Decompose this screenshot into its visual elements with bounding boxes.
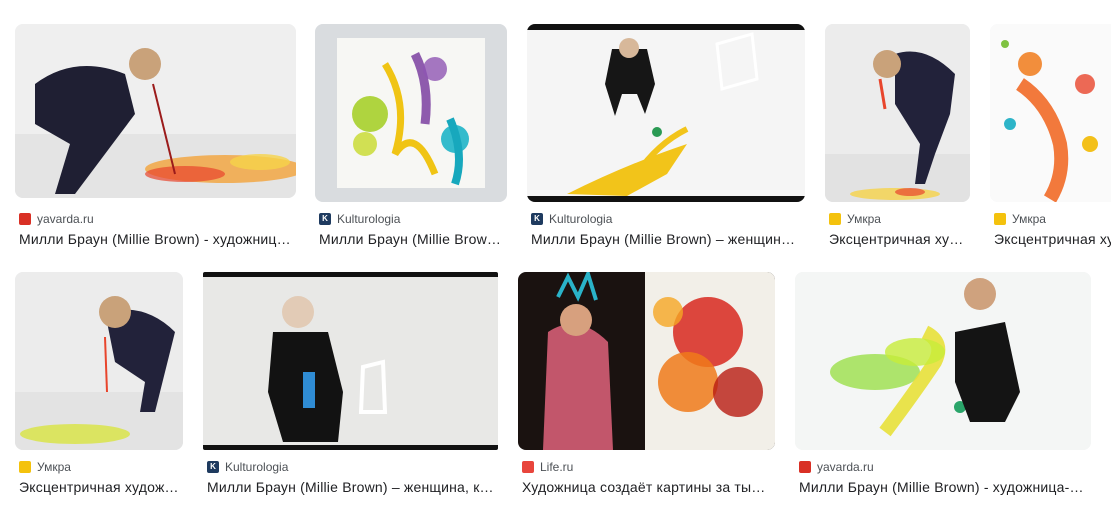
kulturologia-icon: K	[207, 461, 219, 473]
result-image-9[interactable]	[795, 272, 1091, 450]
result-image-4[interactable]	[825, 24, 970, 202]
result-title-1[interactable]: Милли Браун (Millie Brown) - художниц…	[19, 231, 295, 247]
result-source-2: Kulturologia	[337, 212, 401, 226]
umkra-icon	[829, 213, 841, 225]
result-image-3[interactable]	[527, 24, 805, 202]
result-title-5[interactable]: Эксцентричная ху	[994, 231, 1111, 247]
yavarda-icon	[19, 213, 31, 225]
result-title-8[interactable]: Художница создаёт картины за ты…	[522, 479, 772, 495]
umkra-icon	[19, 461, 31, 473]
kulturologia-icon: K	[319, 213, 331, 225]
life-ru-icon	[522, 461, 534, 473]
result-image-8[interactable]	[518, 272, 775, 450]
result-title-9[interactable]: Милли Браун (Millie Brown) - художница-…	[799, 479, 1089, 495]
result-source-8: Life.ru	[540, 460, 574, 474]
result-title-3[interactable]: Милли Браун (Millie Brown) – женщин…	[531, 231, 801, 247]
result-source-4: Умкра	[847, 212, 881, 226]
yavarda-icon	[799, 461, 811, 473]
result-image-6[interactable]	[15, 272, 183, 450]
result-image-1[interactable]	[15, 24, 296, 198]
result-title-4[interactable]: Эксцентричная ху…	[829, 231, 969, 247]
kulturologia-icon: K	[531, 213, 543, 225]
result-source-1: yavarda.ru	[37, 212, 94, 226]
result-source-6: Умкра	[37, 460, 71, 474]
result-title-7[interactable]: Милли Браун (Millie Brown) – женщина, к…	[207, 479, 497, 495]
result-source-5: Умкра	[1012, 212, 1046, 226]
result-source-3: Kulturologia	[549, 212, 613, 226]
result-image-5[interactable]	[990, 24, 1111, 202]
result-image-2[interactable]	[315, 24, 507, 202]
result-source-7: Kulturologia	[225, 460, 289, 474]
result-image-7[interactable]	[203, 272, 498, 450]
umkra-icon	[994, 213, 1006, 225]
result-title-2[interactable]: Милли Браун (Millie Brow…	[319, 231, 505, 247]
result-title-6[interactable]: Эксцентричная худож…	[19, 479, 183, 495]
result-source-9: yavarda.ru	[817, 460, 874, 474]
